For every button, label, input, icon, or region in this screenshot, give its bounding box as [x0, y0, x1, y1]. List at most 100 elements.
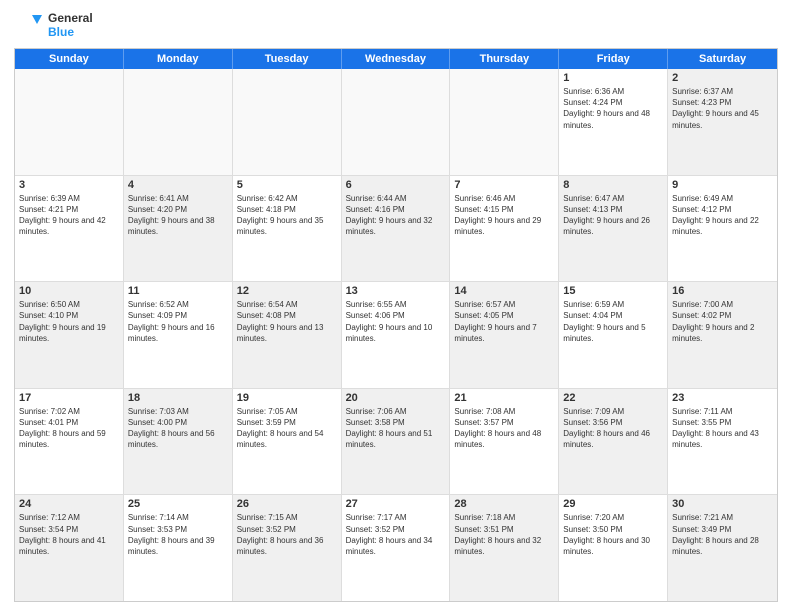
day-info: Sunrise: 6:47 AM Sunset: 4:13 PM Dayligh…	[563, 193, 663, 238]
day-header-monday: Monday	[124, 49, 233, 69]
day-cell-1: 1 Sunrise: 6:36 AM Sunset: 4:24 PM Daylig…	[559, 69, 668, 175]
day-cell-10: 10 Sunrise: 6:50 AM Sunset: 4:10 PM Dayli…	[15, 282, 124, 388]
logo-arrow-icon	[14, 10, 44, 40]
day-cell-24: 24 Sunrise: 7:12 AM Sunset: 3:54 PM Dayli…	[15, 495, 124, 601]
empty-cell-0-1	[124, 69, 233, 175]
day-header-friday: Friday	[559, 49, 668, 69]
day-number: 7	[454, 179, 554, 191]
day-cell-12: 12Sunrise: 6:54 AM Sunset: 4:08 PM Dayli…	[233, 282, 342, 388]
day-info: Sunrise: 6:44 AM Sunset: 4:16 PM Dayligh…	[346, 193, 446, 238]
page: GeneralBlue SundayMondayTuesdayWednesday…	[0, 0, 792, 612]
day-number: 9	[672, 179, 773, 191]
day-info: Sunrise: 7:15 AM Sunset: 3:52 PM Dayligh…	[237, 512, 337, 557]
empty-cell-0-3	[342, 69, 451, 175]
day-info: Sunrise: 7:05 AM Sunset: 3:59 PM Dayligh…	[237, 406, 337, 451]
day-cell-6: 6 Sunrise: 6:44 AM Sunset: 4:16 PM Daylig…	[342, 176, 451, 282]
empty-cell-0-4	[450, 69, 559, 175]
day-number: 26	[237, 498, 337, 510]
day-info: Sunrise: 6:42 AM Sunset: 4:18 PM Dayligh…	[237, 193, 337, 238]
day-info: Sunrise: 6:49 AM Sunset: 4:12 PM Dayligh…	[672, 193, 773, 238]
day-cell-7: 7 Sunrise: 6:46 AM Sunset: 4:15 PM Daylig…	[450, 176, 559, 282]
day-number: 2	[672, 72, 773, 84]
calendar-row-2: 10 Sunrise: 6:50 AM Sunset: 4:10 PM Dayli…	[15, 282, 777, 389]
header: GeneralBlue	[14, 10, 778, 40]
day-cell-2: 2 Sunrise: 6:37 AM Sunset: 4:23 PM Daylig…	[668, 69, 777, 175]
day-number: 15	[563, 285, 663, 297]
day-number: 13	[346, 285, 446, 297]
day-number: 6	[346, 179, 446, 191]
calendar-row-4: 24 Sunrise: 7:12 AM Sunset: 3:54 PM Dayli…	[15, 495, 777, 601]
day-number: 16	[672, 285, 773, 297]
day-header-saturday: Saturday	[668, 49, 777, 69]
day-info: Sunrise: 7:21 AM Sunset: 3:49 PM Dayligh…	[672, 512, 773, 557]
day-cell-14: 14 Sunrise: 6:57 AM Sunset: 4:05 PM Dayli…	[450, 282, 559, 388]
day-cell-23: 23 Sunrise: 7:11 AM Sunset: 3:55 PM Dayli…	[668, 389, 777, 495]
day-info: Sunrise: 6:41 AM Sunset: 4:20 PM Dayligh…	[128, 193, 228, 238]
day-info: Sunrise: 6:55 AM Sunset: 4:06 PM Dayligh…	[346, 299, 446, 344]
day-number: 3	[19, 179, 119, 191]
day-info: Sunrise: 7:12 AM Sunset: 3:54 PM Dayligh…	[19, 512, 119, 557]
day-info: Sunrise: 6:50 AM Sunset: 4:10 PM Dayligh…	[19, 299, 119, 344]
day-info: Sunrise: 7:06 AM Sunset: 3:58 PM Dayligh…	[346, 406, 446, 451]
calendar-row-0: 1 Sunrise: 6:36 AM Sunset: 4:24 PM Daylig…	[15, 69, 777, 176]
empty-cell-0-0	[15, 69, 124, 175]
day-cell-4: 4 Sunrise: 6:41 AM Sunset: 4:20 PM Daylig…	[124, 176, 233, 282]
day-cell-11: 11Sunrise: 6:52 AM Sunset: 4:09 PM Dayli…	[124, 282, 233, 388]
day-cell-3: 3 Sunrise: 6:39 AM Sunset: 4:21 PM Daylig…	[15, 176, 124, 282]
day-info: Sunrise: 6:59 AM Sunset: 4:04 PM Dayligh…	[563, 299, 663, 344]
day-cell-5: 5 Sunrise: 6:42 AM Sunset: 4:18 PM Daylig…	[233, 176, 342, 282]
day-info: Sunrise: 7:17 AM Sunset: 3:52 PM Dayligh…	[346, 512, 446, 557]
day-info: Sunrise: 6:57 AM Sunset: 4:05 PM Dayligh…	[454, 299, 554, 344]
day-info: Sunrise: 6:37 AM Sunset: 4:23 PM Dayligh…	[672, 86, 773, 131]
day-number: 19	[237, 392, 337, 404]
day-number: 11	[128, 285, 228, 297]
day-number: 5	[237, 179, 337, 191]
day-number: 25	[128, 498, 228, 510]
day-number: 1	[563, 72, 663, 84]
day-header-sunday: Sunday	[15, 49, 124, 69]
day-info: Sunrise: 6:36 AM Sunset: 4:24 PM Dayligh…	[563, 86, 663, 131]
day-cell-15: 15 Sunrise: 6:59 AM Sunset: 4:04 PM Dayli…	[559, 282, 668, 388]
day-number: 18	[128, 392, 228, 404]
day-number: 17	[19, 392, 119, 404]
day-number: 30	[672, 498, 773, 510]
day-number: 10	[19, 285, 119, 297]
calendar-body: 1 Sunrise: 6:36 AM Sunset: 4:24 PM Daylig…	[15, 69, 777, 601]
day-info: Sunrise: 6:39 AM Sunset: 4:21 PM Dayligh…	[19, 193, 119, 238]
day-number: 23	[672, 392, 773, 404]
day-info: Sunrise: 6:46 AM Sunset: 4:15 PM Dayligh…	[454, 193, 554, 238]
day-cell-16: 16Sunrise: 7:00 AM Sunset: 4:02 PM Dayli…	[668, 282, 777, 388]
day-info: Sunrise: 7:18 AM Sunset: 3:51 PM Dayligh…	[454, 512, 554, 557]
logo-text: GeneralBlue	[48, 11, 93, 40]
day-number: 20	[346, 392, 446, 404]
day-cell-26: 26 Sunrise: 7:15 AM Sunset: 3:52 PM Dayli…	[233, 495, 342, 601]
day-number: 8	[563, 179, 663, 191]
day-number: 14	[454, 285, 554, 297]
day-info: Sunrise: 7:09 AM Sunset: 3:56 PM Dayligh…	[563, 406, 663, 451]
day-number: 4	[128, 179, 228, 191]
day-number: 24	[19, 498, 119, 510]
calendar-row-1: 3 Sunrise: 6:39 AM Sunset: 4:21 PM Daylig…	[15, 176, 777, 283]
day-cell-8: 8 Sunrise: 6:47 AM Sunset: 4:13 PM Daylig…	[559, 176, 668, 282]
calendar-header: SundayMondayTuesdayWednesdayThursdayFrid…	[15, 49, 777, 69]
day-info: Sunrise: 7:02 AM Sunset: 4:01 PM Dayligh…	[19, 406, 119, 451]
day-cell-13: 13 Sunrise: 6:55 AM Sunset: 4:06 PM Dayli…	[342, 282, 451, 388]
day-cell-22: 22 Sunrise: 7:09 AM Sunset: 3:56 PM Dayli…	[559, 389, 668, 495]
calendar: SundayMondayTuesdayWednesdayThursdayFrid…	[14, 48, 778, 602]
day-number: 22	[563, 392, 663, 404]
day-cell-17: 17 Sunrise: 7:02 AM Sunset: 4:01 PM Dayli…	[15, 389, 124, 495]
day-cell-21: 21Sunrise: 7:08 AM Sunset: 3:57 PM Dayli…	[450, 389, 559, 495]
day-info: Sunrise: 7:11 AM Sunset: 3:55 PM Dayligh…	[672, 406, 773, 451]
day-number: 27	[346, 498, 446, 510]
day-cell-30: 30 Sunrise: 7:21 AM Sunset: 3:49 PM Dayli…	[668, 495, 777, 601]
day-number: 28	[454, 498, 554, 510]
day-header-wednesday: Wednesday	[342, 49, 451, 69]
day-number: 12	[237, 285, 337, 297]
day-info: Sunrise: 7:08 AM Sunset: 3:57 PM Dayligh…	[454, 406, 554, 451]
day-cell-29: 29Sunrise: 7:20 AM Sunset: 3:50 PM Dayli…	[559, 495, 668, 601]
day-cell-19: 19 Sunrise: 7:05 AM Sunset: 3:59 PM Dayli…	[233, 389, 342, 495]
day-cell-18: 18Sunrise: 7:03 AM Sunset: 4:00 PM Dayli…	[124, 389, 233, 495]
day-number: 29	[563, 498, 663, 510]
day-cell-27: 27 Sunrise: 7:17 AM Sunset: 3:52 PM Dayli…	[342, 495, 451, 601]
day-header-tuesday: Tuesday	[233, 49, 342, 69]
